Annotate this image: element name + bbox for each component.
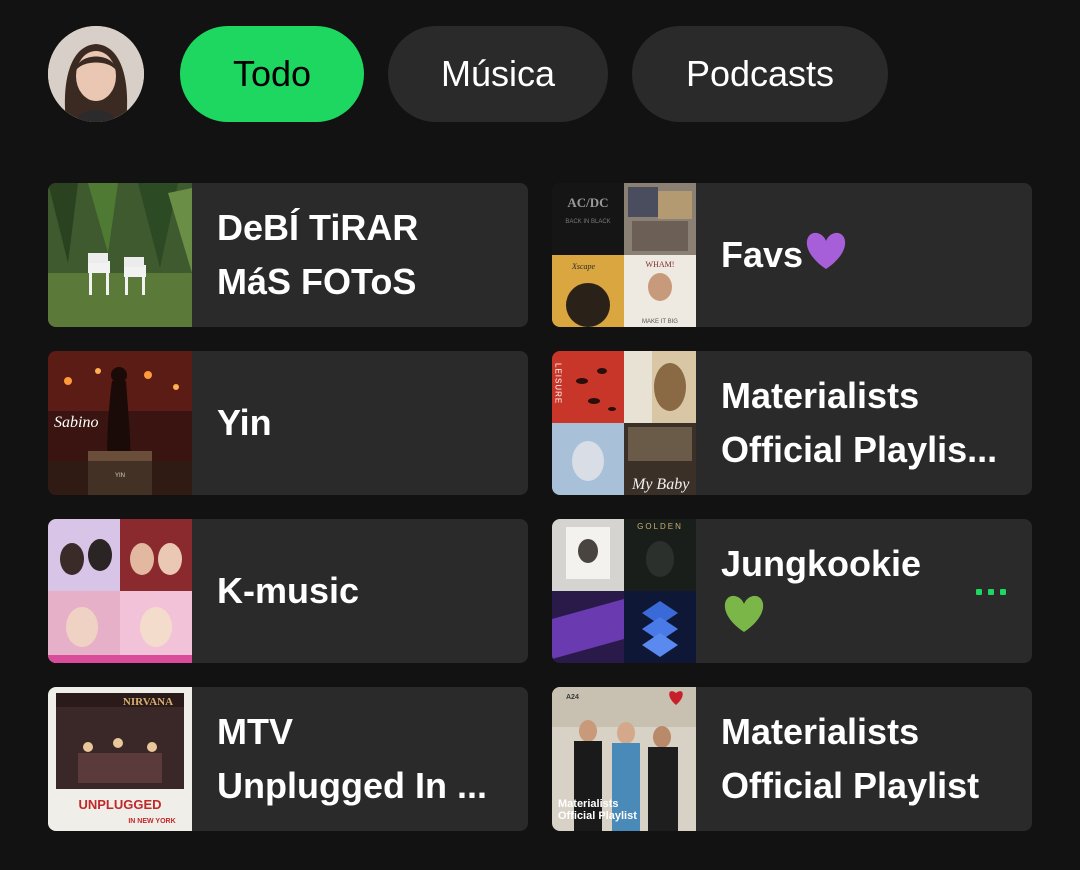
more-options-icon[interactable]	[976, 589, 1006, 595]
materialists-cover-text-line2: Official Playlist	[558, 810, 637, 822]
unplugged-text: UNPLUGGED	[78, 797, 161, 812]
back-in-black-text: BACK IN BLACK	[565, 219, 610, 225]
playlist-card[interactable]: GOLDEN Jungkookie	[552, 519, 1032, 663]
playlist-cover: LEISURE My Baby	[552, 351, 696, 495]
playlist-title: Materialists Official Playlis...	[721, 375, 998, 470]
playlist-title: Yin	[217, 402, 272, 443]
filter-bar: Todo Música Podcasts	[48, 26, 912, 122]
nirvana-text: NIRVANA	[123, 696, 173, 708]
playlist-title: Materialists Official Playlist	[721, 711, 980, 806]
my-baby-text: My Baby	[631, 476, 690, 493]
leisure-text: LEISURE	[554, 363, 563, 404]
profile-avatar[interactable]	[48, 26, 144, 122]
playlist-card[interactable]: Sabino YIN Yin	[48, 351, 528, 495]
playlist-card[interactable]: NIRVANA UNPLUGGED IN NEW YORK MTV Unplug…	[48, 687, 528, 831]
yin-cover-text: YIN	[115, 473, 125, 479]
playlist-title: K-music	[217, 570, 360, 611]
playlist-card[interactable]: A24 Materialists Official Playlist Mater…	[552, 687, 1032, 831]
playlist-cover: GOLDEN	[552, 519, 696, 663]
playlist-title: DeBÍ TiRAR MáS FOToS	[217, 207, 419, 302]
acdc-logo-text: AC/DC	[567, 195, 608, 210]
filter-podcasts-chip[interactable]: Podcasts	[632, 26, 888, 122]
playlist-card[interactable]: AC/DC BACK IN BLACK Xscape WHAM! MAKE IT…	[552, 183, 1032, 327]
playlist-grid: DeBÍ TiRAR MáS FOToS AC/DC BACK IN BLACK…	[48, 183, 1032, 831]
playlist-card[interactable]: LEISURE My Baby Materialists Official Pl…	[552, 351, 1032, 495]
golden-text: GOLDEN	[637, 522, 683, 531]
green-heart-icon	[724, 595, 764, 632]
playlist-cover: AC/DC BACK IN BLACK Xscape WHAM! MAKE IT…	[552, 183, 696, 327]
playlist-card[interactable]: K-music	[48, 519, 528, 663]
a24-text: A24	[566, 694, 579, 701]
in-new-york-text: IN NEW YORK	[128, 818, 175, 825]
playlist-cover	[48, 183, 192, 327]
playlist-title: MTV Unplugged In ...	[217, 711, 487, 806]
xscape-text: Xscape	[571, 262, 596, 271]
playlist-cover	[48, 519, 192, 663]
playlist-title-text: Jungkookie	[721, 543, 922, 584]
filter-musica-chip[interactable]: Música	[388, 26, 608, 122]
playlist-card[interactable]: DeBÍ TiRAR MáS FOToS	[48, 183, 528, 327]
playlist-cover: Sabino YIN	[48, 351, 192, 495]
purple-heart-icon	[806, 232, 846, 269]
filter-todo-chip[interactable]: Todo	[180, 26, 364, 122]
playlist-title: Favs	[721, 228, 1011, 282]
playlist-cover: NIRVANA UNPLUGGED IN NEW YORK	[48, 687, 192, 831]
sabino-text: Sabino	[54, 414, 98, 431]
wham-text: WHAM!	[646, 260, 675, 269]
make-it-big-text: MAKE IT BIG	[642, 319, 678, 325]
materialists-cover-text-line1: Materialists	[558, 798, 619, 810]
playlist-cover: A24 Materialists Official Playlist	[552, 687, 696, 831]
avatar-photo	[48, 26, 144, 122]
playlist-title-text: Favs	[721, 234, 804, 275]
playlist-title: Jungkookie	[721, 537, 1011, 645]
